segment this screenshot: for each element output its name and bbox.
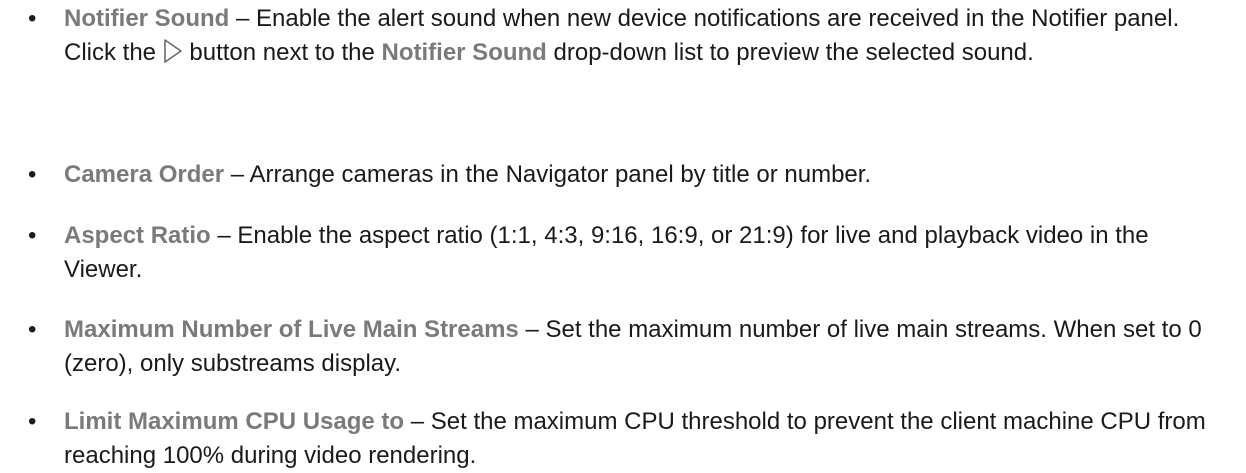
item-description: Aspect Ratio – Enable the aspect ratio (… xyxy=(64,219,1226,287)
description-text: – Enable the aspect ratio (1:1, 4:3, 9:1… xyxy=(64,222,1149,283)
item-description: Camera Order – Arrange cameras in the Na… xyxy=(64,158,1226,192)
bullet-marker: • xyxy=(28,161,37,188)
term-label: Notifier Sound xyxy=(381,39,547,66)
item-description: Notifier Sound – Enable the alert sound … xyxy=(64,2,1226,70)
document-page: • Notifier Sound – Enable the alert soun… xyxy=(0,0,1246,469)
description-text: button next to the xyxy=(182,39,382,66)
play-icon xyxy=(163,39,183,63)
bullet-marker: • xyxy=(28,408,37,435)
term-label: Notifier Sound xyxy=(64,5,230,32)
item-description: Limit Maximum CPU Usage to – Set the max… xyxy=(64,405,1226,473)
bullet-marker: • xyxy=(28,222,37,249)
item-description: Maximum Number of Live Main Streams – Se… xyxy=(64,313,1226,381)
term-label: Maximum Number of Live Main Streams xyxy=(64,316,519,343)
description-text: – Arrange cameras in the Navigator panel… xyxy=(224,161,872,188)
description-text: drop-down list to preview the selected s… xyxy=(546,39,1034,66)
bullet-marker: • xyxy=(28,316,37,343)
term-label: Camera Order xyxy=(64,161,225,188)
term-label: Limit Maximum CPU Usage to xyxy=(64,408,405,435)
bullet-marker: • xyxy=(28,5,37,32)
term-label: Aspect Ratio xyxy=(64,222,211,249)
